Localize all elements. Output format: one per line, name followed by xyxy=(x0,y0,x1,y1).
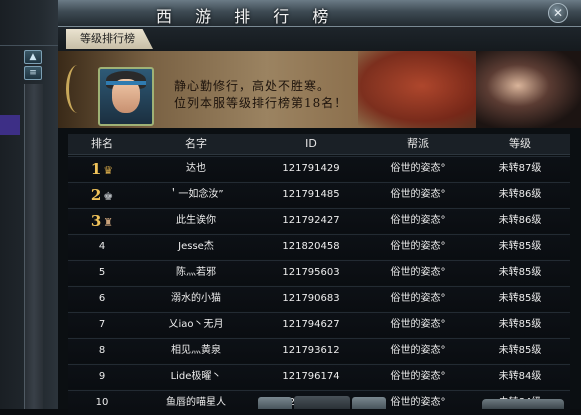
header-name: 名字 xyxy=(185,137,207,150)
ranking-window: 西 游 排 行 榜 ✕ 等级排行榜 静心勤修行，高处不胜寒。 位列本服等级排行榜… xyxy=(58,0,581,415)
id-cell: 121793612 xyxy=(282,345,340,356)
name-cell: 达也 xyxy=(186,163,206,174)
id-cell: 121796174 xyxy=(282,371,340,382)
window-title: 西 游 排 行 榜 xyxy=(156,7,338,26)
name-cell: 陈灬若邪 xyxy=(176,267,216,278)
table-row[interactable]: 2 ♚ ＇一如念汝” 121791485 俗世的姿态° 未转86级 xyxy=(68,182,570,207)
rank-cell: 4 xyxy=(98,241,106,252)
scrollbar-track[interactable] xyxy=(24,84,43,409)
side-highlight xyxy=(0,115,20,135)
id-cell: 121794627 xyxy=(282,319,340,330)
level-cell: 未转86级 xyxy=(498,189,542,200)
header-rank: 排名 xyxy=(91,137,113,150)
banner: 静心勤修行，高处不胜寒。 位列本服等级排行榜第18名！ xyxy=(58,51,581,128)
id-cell: 121791485 xyxy=(282,189,340,200)
name-cell: 乂iao丶无月 xyxy=(168,319,224,330)
clan-cell: 俗世的姿态° xyxy=(390,293,446,304)
level-cell: 未转84级 xyxy=(498,371,542,382)
rank-cell: 2 ♚ xyxy=(68,183,136,207)
rank-cell: 6 xyxy=(98,293,106,304)
level-cell: 未转85级 xyxy=(498,319,542,330)
rank-cell: 9 xyxy=(98,371,106,382)
close-icon[interactable]: ✕ xyxy=(548,3,568,23)
rank-message-line2: 位列本服等级排行榜第18名！ xyxy=(174,96,348,110)
level-cell: 未转87级 xyxy=(498,163,542,174)
id-cell: 121790683 xyxy=(282,293,340,304)
table-row[interactable]: 9 Lide极曜丶 121796174 俗世的姿态° 未转84级 xyxy=(68,364,570,389)
name-cell: ＇一如念汝” xyxy=(168,189,224,200)
tab-level-ranking[interactable]: 等级排行榜 xyxy=(66,29,153,49)
crown-medal-icon: ♛ xyxy=(103,164,114,177)
clan-cell: 俗世的姿态° xyxy=(390,189,446,200)
level-cell: 未转85级 xyxy=(498,241,542,252)
table-row[interactable]: 6 溺水的小猫 121790683 俗世的姿态° 未转85级 xyxy=(68,286,570,311)
name-cell: 相见灬黄泉 xyxy=(171,345,221,356)
next-page-button[interactable] xyxy=(352,397,386,409)
scroll-menu-icon[interactable]: ≡ xyxy=(24,66,42,80)
side-panel: ▲ ≡ xyxy=(0,0,59,409)
clan-cell: 俗世的姿态° xyxy=(390,371,446,382)
banner-character-art xyxy=(476,51,581,128)
ranking-table: 排名 名字 ID 帮派 等级 1 ♛ 达也 121791429 俗世的姿态° 未转… xyxy=(68,134,570,415)
table-row[interactable]: 7 乂iao丶无月 121794627 俗世的姿态° 未转85级 xyxy=(68,312,570,337)
rank-cell: 10 xyxy=(95,397,109,408)
name-cell: 溺水的小猫 xyxy=(171,293,221,304)
scroll-up-icon[interactable]: ▲ xyxy=(24,50,42,64)
name-cell: Lide极曜丶 xyxy=(170,371,222,382)
id-cell: 121791429 xyxy=(282,163,340,174)
crown-medal-icon: ♚ xyxy=(103,190,114,203)
table-row[interactable]: 3 ♜ 此生诶你 121792427 俗世的姿态° 未转86级 xyxy=(68,208,570,233)
rank-cell: 5 xyxy=(98,267,106,278)
table-row[interactable]: 1 ♛ 达也 121791429 俗世的姿态° 未转87级 xyxy=(68,156,570,181)
clan-cell: 俗世的姿态° xyxy=(390,163,446,174)
level-cell: 未转85级 xyxy=(498,345,542,356)
name-cell: 鱼唇的喵星人 xyxy=(166,397,226,408)
title-bar[interactable]: 西 游 排 行 榜 ✕ xyxy=(58,0,581,27)
page-indicator xyxy=(294,396,350,409)
header-level: 等级 xyxy=(509,137,531,150)
avatar xyxy=(98,67,154,126)
bottom-right-button[interactable] xyxy=(482,399,564,409)
clan-cell: 俗世的姿态° xyxy=(390,267,446,278)
table-row[interactable]: 5 陈灬若邪 121795603 俗世的姿态° 未转85级 xyxy=(68,260,570,285)
header-id: ID xyxy=(305,137,317,150)
clan-cell: 俗世的姿态° xyxy=(390,241,446,252)
rank-cell: 8 xyxy=(98,345,106,356)
table-row[interactable]: 4 Jesse杰 121820458 俗世的姿态° 未转85级 xyxy=(68,234,570,259)
id-cell: 121820458 xyxy=(282,241,340,252)
rank-message-line1: 静心勤修行，高处不胜寒。 xyxy=(174,79,331,93)
header-clan: 帮派 xyxy=(407,137,429,150)
name-cell: Jesse杰 xyxy=(178,241,214,252)
rank-message: 静心勤修行，高处不胜寒。 位列本服等级排行榜第18名！ xyxy=(174,78,347,112)
rank-cell: 1 ♛ xyxy=(68,157,136,181)
rank-cell: 7 xyxy=(98,319,106,330)
level-cell: 未转86级 xyxy=(498,215,542,226)
level-cell: 未转85级 xyxy=(498,293,542,304)
divider xyxy=(0,45,58,46)
ornament-icon xyxy=(66,65,89,113)
clan-cell: 俗世的姿态° xyxy=(390,215,446,226)
clan-cell: 俗世的姿态° xyxy=(390,345,446,356)
crown-medal-icon: ♜ xyxy=(103,216,114,229)
clan-cell: 俗世的姿态° xyxy=(390,319,446,330)
id-cell: 121792427 xyxy=(282,215,340,226)
level-cell: 未转85级 xyxy=(498,267,542,278)
rank-cell: 3 ♜ xyxy=(68,209,136,233)
id-cell: 121795603 xyxy=(282,267,340,278)
tab-strip: 等级排行榜 xyxy=(58,27,581,51)
table-header: 排名 名字 ID 帮派 等级 xyxy=(68,134,570,155)
table-row[interactable]: 8 相见灬黄泉 121793612 俗世的姿态° 未转85级 xyxy=(68,338,570,363)
prev-page-button[interactable] xyxy=(258,397,292,409)
name-cell: 此生诶你 xyxy=(176,215,216,226)
